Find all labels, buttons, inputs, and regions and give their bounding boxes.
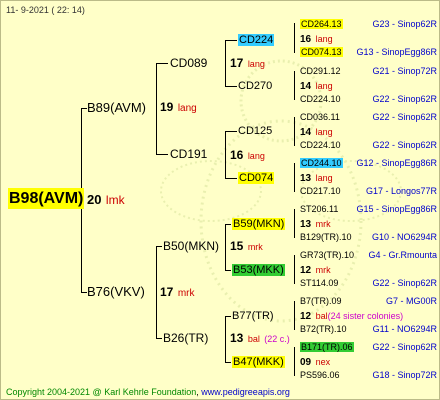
connector-line	[225, 224, 226, 270]
root-name: B98(AVM)	[8, 188, 85, 209]
connector-line	[294, 255, 295, 284]
root-gen: 20 lmk	[87, 192, 125, 207]
gen4-queen[interactable]: B7(TR).09	[300, 295, 342, 307]
gen4-queen[interactable]: CD264.13	[300, 18, 343, 30]
gen3-node-2[interactable]: CD270	[238, 80, 272, 92]
gen2-gen-4: 13 bal (22 c.)	[230, 331, 290, 345]
gen4-mother-code: G18 - Sinop72R	[372, 370, 437, 380]
gen4-queen[interactable]: CD291.12	[300, 65, 341, 77]
connector-line	[294, 347, 295, 376]
gen2-gen-2: 16 lang	[230, 148, 265, 162]
connector-line	[156, 63, 157, 155]
connector-line	[225, 270, 231, 271]
gen4-gen: 14 lang	[300, 127, 333, 138]
gen3-node-7[interactable]: B77(TR)	[232, 310, 274, 322]
root-node[interactable]: B98(AVM)	[8, 188, 85, 209]
gen4-mother-code: G22 - Sinop62R	[372, 94, 437, 104]
connector-line	[294, 71, 295, 100]
connector-line	[225, 40, 237, 41]
gen4-gen: 12 mrk	[300, 265, 331, 276]
gen4-mother-code: G11 - NO6294R	[372, 324, 437, 334]
gen3-node-5[interactable]: B59(MKN)	[232, 218, 286, 230]
connector-line	[156, 338, 162, 339]
connector-line	[156, 246, 157, 339]
connector-line	[225, 86, 237, 87]
site-link[interactable]: www.pedigreeapis.org	[201, 387, 290, 397]
gen4-gen: 14 lang	[300, 81, 333, 92]
connector-line	[156, 246, 162, 247]
gen4-mother[interactable]: B72(TR).10	[300, 323, 347, 335]
connector-line	[294, 163, 295, 192]
gen4-queen[interactable]: GR73(TR).10	[300, 249, 354, 261]
gen4-code: G12 - SinopEgg86R	[356, 158, 437, 168]
connector-line	[156, 63, 168, 64]
gen4-code: G21 - Sinop72R	[372, 66, 437, 76]
gen4-queen[interactable]: CD036.11	[300, 111, 340, 123]
gen4-gen: 12 bal(24 sister colonies)	[300, 311, 404, 322]
gen4-mother-code: G13 - SinopEgg86R	[356, 47, 437, 57]
gen4-mother-code: G17 - Longos77R	[365, 186, 437, 196]
gen4-queen[interactable]: ST206.11	[300, 203, 338, 215]
gen4-gen: 13 mrk	[300, 219, 331, 230]
gen4-queen[interactable]: B171(TR).06	[300, 341, 354, 353]
gen3-node-1[interactable]: CD224	[238, 34, 275, 46]
gen4-code: G15 - SinopEgg86R	[356, 204, 437, 214]
gen4-code: G4 - Gr.Rmounta	[368, 250, 437, 260]
connector-line	[294, 23, 295, 53]
connector-line	[225, 40, 226, 86]
gen4-mother-code: G22 - Sinop62R	[372, 140, 437, 150]
copyright-text: Copyright 2004-2021 @ Karl Kehrle Founda…	[6, 387, 197, 397]
gen4-gen: 16 lang	[300, 34, 333, 45]
gen4-mother[interactable]: CD217.10	[300, 185, 341, 197]
connector-line	[225, 131, 226, 178]
gen4-mother-code: G22 - Sinop62R	[372, 278, 437, 288]
gen4-code: G22 - Sinop62R	[372, 112, 437, 122]
gen3-node-6[interactable]: B53(MKK)	[232, 264, 285, 276]
connector-line	[225, 316, 226, 362]
gen4-mother[interactable]: CD074.13	[300, 46, 343, 58]
connector-line	[156, 154, 168, 155]
connector-line	[294, 117, 295, 146]
gen2-gen-3: 15 mrk	[230, 239, 263, 253]
connector-line	[225, 224, 231, 225]
gen2-node-4[interactable]: B26(TR)	[163, 332, 208, 345]
gen4-code: G23 - Sinop62R	[372, 19, 437, 29]
gen4-mother[interactable]: CD224.10	[300, 93, 341, 105]
report-date: 11- 9-2021 ( 22: 14)	[6, 5, 85, 15]
gen1-gen-1: 19 lang	[160, 100, 197, 115]
connector-line	[225, 131, 237, 132]
gen2-node-1[interactable]: CD089	[170, 57, 207, 70]
gen4-queen[interactable]: CD244.10	[300, 157, 343, 169]
gen4-mother-code: G10 - NO6294R	[371, 232, 437, 242]
gen4-code: G7 - MG00R	[385, 296, 437, 306]
gen4-mother[interactable]: B129(TR).10	[300, 231, 352, 243]
pedigree-page: 11- 9-2021 ( 22: 14) B98(AVM) 20 lmk B89…	[0, 0, 440, 400]
connector-line	[294, 209, 295, 238]
footer: Copyright 2004-2021 @ Karl Kehrle Founda…	[6, 387, 290, 397]
gen1-gen-2: 17 mrk	[160, 285, 195, 300]
gen4-mother[interactable]: CD224.10	[300, 139, 341, 151]
gen4-mother[interactable]: PS596.06	[300, 369, 340, 381]
gen4-code: G22 - Sinop62R	[372, 342, 437, 352]
connector-line	[225, 316, 231, 317]
gen4-mother[interactable]: ST114.09	[300, 277, 338, 289]
connector-line	[294, 301, 295, 330]
connector-line	[225, 362, 231, 363]
gen4-gen: 09 nex	[300, 357, 331, 368]
gen2-gen-1: 17 lang	[230, 56, 265, 70]
connector-line	[225, 178, 237, 179]
gen3-node-8[interactable]: B47(MKK)	[232, 356, 285, 368]
gen2-node-2[interactable]: CD191	[170, 148, 207, 161]
gen4-gen: 13 lang	[300, 173, 333, 184]
gen3-node-4[interactable]: CD074	[238, 172, 275, 184]
gen1-node-2[interactable]: B76(VKV)	[87, 285, 145, 299]
gen3-node-3[interactable]: CD125	[238, 125, 272, 137]
gen2-node-3[interactable]: B50(MKN)	[163, 240, 219, 253]
gen1-node-1[interactable]: B89(AVM)	[87, 101, 146, 115]
